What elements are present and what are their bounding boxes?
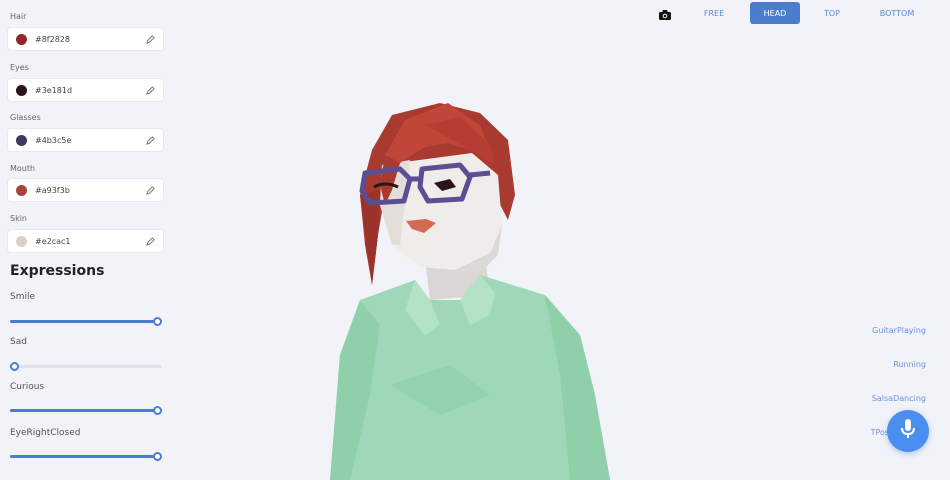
mouth-color-swatch[interactable]	[16, 184, 27, 196]
mouth-color-field[interactable]: #a93f3b	[8, 179, 163, 201]
animation-guitar-playing[interactable]: GuitarPlaying	[872, 326, 926, 335]
animation-salsa-dancing[interactable]: SalsaDancing	[872, 394, 926, 403]
smile-slider[interactable]	[10, 317, 162, 327]
glasses-label: Glasses	[10, 113, 41, 122]
avatar-3d-model[interactable]	[330, 95, 620, 480]
animation-running[interactable]: Running	[893, 360, 926, 369]
slider-track[interactable]	[10, 365, 162, 368]
pencil-icon[interactable]	[143, 234, 157, 248]
tab-head[interactable]: HEAD	[750, 2, 800, 24]
expressions-heading: Expressions	[10, 263, 105, 279]
tab-free[interactable]: FREE	[694, 2, 734, 24]
slider-fill	[10, 320, 157, 323]
mouth-label: Mouth	[10, 164, 36, 173]
hair-color-value[interactable]: #8f2828	[35, 35, 143, 44]
glasses-color-value[interactable]: #4b3c5e	[35, 136, 143, 145]
microphone-button[interactable]	[887, 410, 929, 452]
hair-label: Hair	[10, 12, 27, 21]
pencil-icon[interactable]	[143, 32, 157, 46]
mouth-color-value[interactable]: #a93f3b	[35, 186, 143, 195]
tab-bottom[interactable]: BOTTOM	[868, 2, 926, 24]
slider-thumb[interactable]	[153, 317, 162, 326]
curious-slider[interactable]	[10, 406, 162, 416]
sad-label: Sad	[10, 337, 27, 347]
camera-icon[interactable]	[658, 6, 672, 20]
slider-thumb[interactable]	[153, 452, 162, 461]
glasses-color-swatch[interactable]	[16, 134, 27, 146]
eye-right-closed-label: EyeRightClosed	[10, 428, 81, 438]
eyes-color-swatch[interactable]	[16, 84, 27, 96]
eyes-color-value[interactable]: #3e181d	[35, 86, 143, 95]
eyes-label: Eyes	[10, 63, 29, 72]
skin-color-field[interactable]: #e2cac1	[8, 230, 163, 252]
hair-color-swatch[interactable]	[16, 33, 27, 45]
pencil-icon[interactable]	[143, 133, 157, 147]
skin-color-swatch[interactable]	[16, 235, 27, 247]
sad-slider[interactable]	[10, 362, 162, 372]
skin-label: Skin	[10, 214, 28, 223]
curious-label: Curious	[10, 382, 45, 392]
pencil-icon[interactable]	[143, 83, 157, 97]
hair-color-field[interactable]: #8f2828	[8, 28, 163, 50]
tab-top[interactable]: TOP	[812, 2, 852, 24]
smile-label: Smile	[10, 292, 36, 302]
pencil-icon[interactable]	[143, 183, 157, 197]
slider-thumb[interactable]	[153, 406, 162, 415]
slider-thumb[interactable]	[10, 362, 19, 371]
slider-fill	[10, 455, 157, 458]
customization-panel: Hair #8f2828 Eyes #3e181d Glasses #4b3c5…	[0, 0, 172, 480]
eye-right-closed-slider[interactable]	[10, 452, 162, 462]
skin-color-value[interactable]: #e2cac1	[35, 237, 143, 246]
microphone-icon	[899, 418, 917, 444]
slider-fill	[10, 409, 157, 412]
eyes-color-field[interactable]: #3e181d	[8, 79, 163, 101]
glasses-color-field[interactable]: #4b3c5e	[8, 129, 163, 151]
